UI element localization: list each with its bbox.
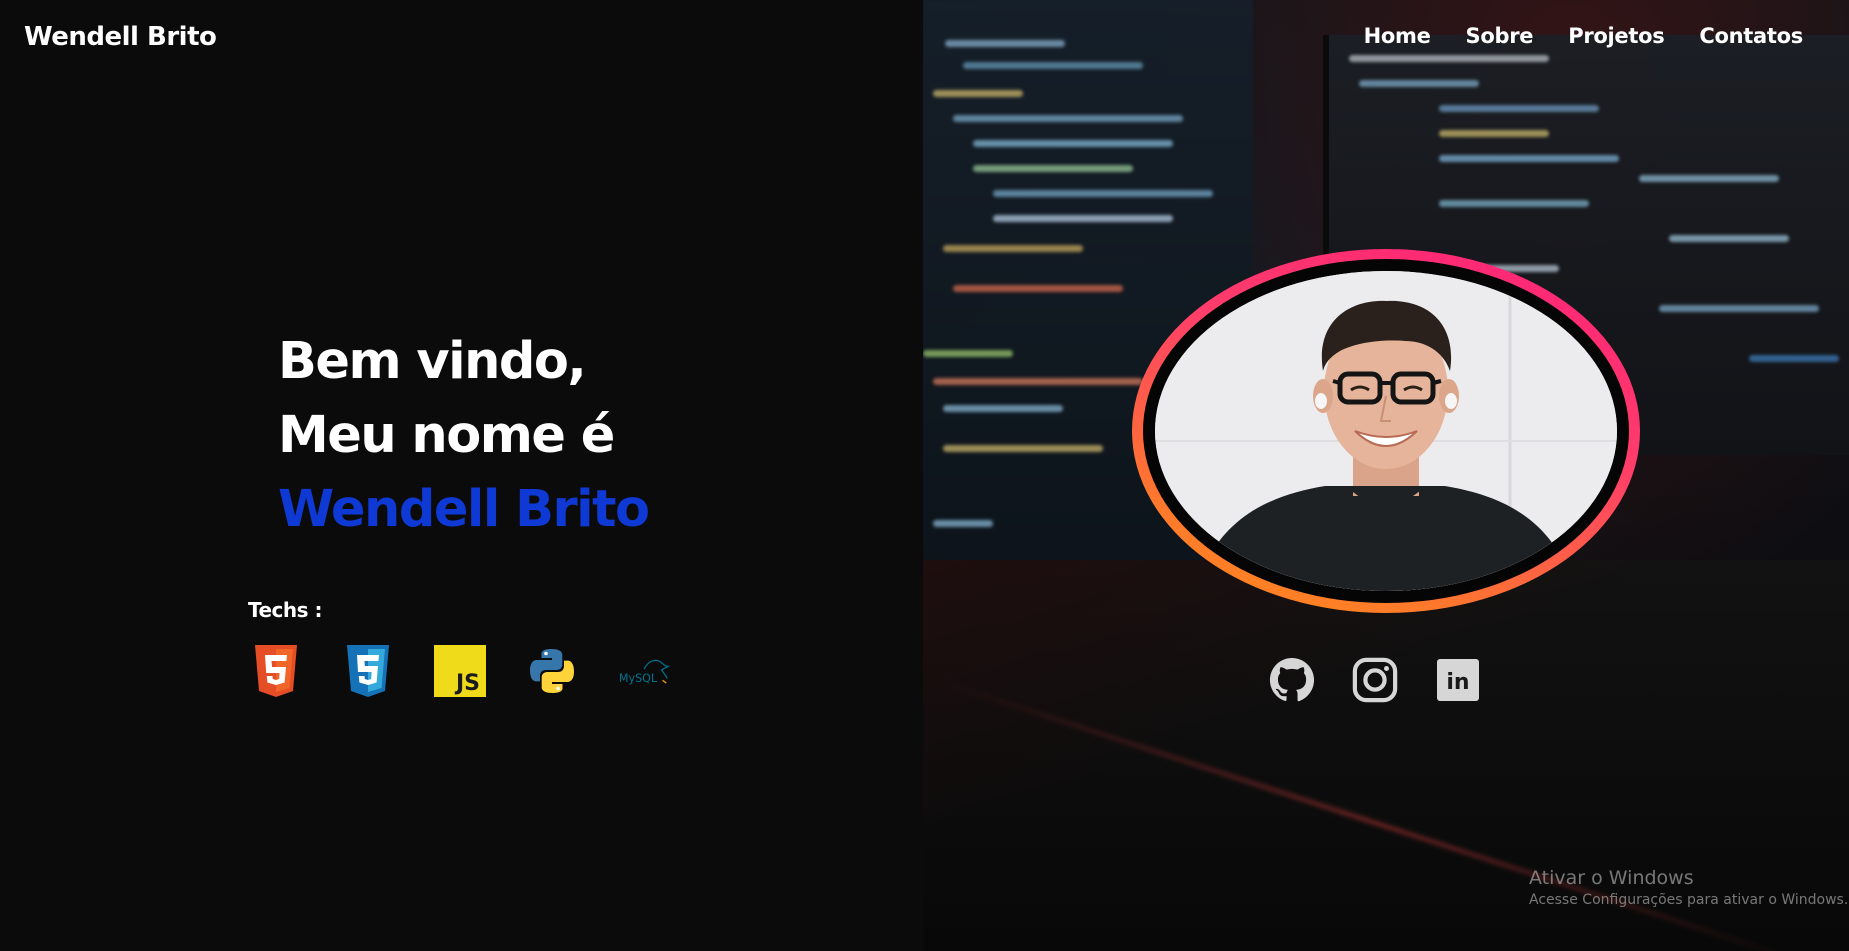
code-line [973,140,1173,147]
code-line [963,62,1143,69]
code-line [1349,55,1549,62]
code-line [1749,355,1839,362]
profile-photo [1155,271,1617,591]
tech-icons: JS MySQL [250,645,670,697]
page: Wendell Brito Home Sobre Projetos Contat… [0,0,1849,951]
mysql-icon: MySQL [618,645,670,697]
nav-home[interactable]: Home [1364,24,1431,48]
code-line [1359,80,1479,87]
code-line [933,520,993,527]
profile-photo-illustration [1155,271,1617,591]
javascript-icon-text: JS [454,671,480,696]
hero-intro: Meu nome é [278,406,615,465]
javascript-icon: JS [434,645,486,697]
profile-photo-ring [1132,249,1640,613]
code-line [1659,305,1819,312]
code-line [1439,130,1549,137]
code-line [1439,200,1589,207]
code-line [943,405,1063,412]
windows-activation-title: Ativar o Windows [1529,867,1694,889]
code-line [943,245,1083,252]
code-line [993,215,1173,222]
nav-sobre[interactable]: Sobre [1466,24,1534,48]
brand-logo[interactable]: Wendell Brito [24,22,217,52]
code-line [1639,175,1779,182]
code-line [933,90,1023,97]
code-line [973,165,1133,172]
code-line [953,285,1123,292]
code-line [943,445,1103,452]
linkedin-icon[interactable]: in [1434,656,1482,704]
code-line [945,40,1065,47]
nav-contatos[interactable]: Contatos [1699,24,1803,48]
windows-activation-watermark: Ativar o Windows Acesse Configurações pa… [1529,866,1848,910]
css3-icon [342,645,394,697]
hero-name: Wendell Brito [278,480,650,539]
html5-icon [250,645,302,697]
code-line [993,190,1213,197]
hero-heading: Bem vindo, Meu nome é Wendell Brito [278,325,650,547]
linkedin-icon-text: in [1446,670,1469,695]
nav-projetos[interactable]: Projetos [1568,24,1664,48]
hero-greeting: Bem vindo, [278,332,587,391]
main-nav: Home Sobre Projetos Contatos [1364,24,1804,48]
code-line [953,115,1183,122]
code-line [1669,235,1789,242]
techs-label: Techs : [248,598,323,622]
code-line [1439,155,1619,162]
mysql-icon-text: MySQL [619,672,658,685]
github-icon[interactable] [1268,656,1316,704]
social-links: in [1268,656,1482,704]
python-icon [526,645,578,697]
profile-photo-frame [1143,259,1629,603]
code-line [923,350,1013,357]
instagram-icon[interactable] [1351,656,1399,704]
code-line [933,378,1143,385]
windows-activation-subtitle: Acesse Configurações para ativar o Windo… [1529,892,1849,908]
code-line [1439,105,1599,112]
